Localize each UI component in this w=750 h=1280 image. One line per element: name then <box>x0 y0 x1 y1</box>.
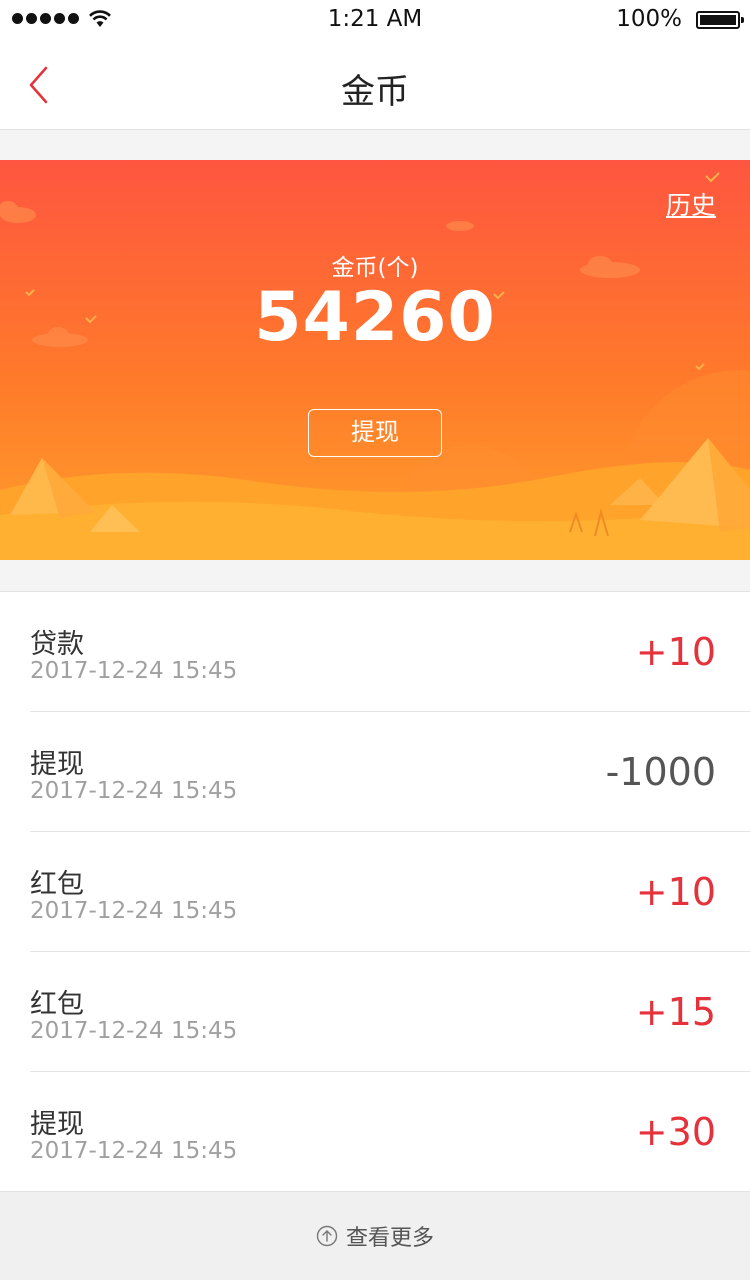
history-link[interactable]: 历史 <box>666 186 716 222</box>
transaction-amount: +15 <box>635 990 716 1034</box>
coin-balance-value: 54260 <box>254 278 496 357</box>
transaction-title: 红包 <box>30 869 84 900</box>
transaction-title: 提现 <box>30 749 84 780</box>
transaction-amount: +30 <box>635 1110 716 1154</box>
transaction-title: 红包 <box>30 989 84 1020</box>
transaction-amount: +10 <box>635 870 716 914</box>
battery-percentage: 100% <box>616 6 682 32</box>
transaction-time: 2017-12-24 15:45 <box>30 778 238 804</box>
transaction-time: 2017-12-24 15:45 <box>30 1018 238 1044</box>
view-more-label: 查看更多 <box>345 1226 434 1251</box>
page-title: 金币 <box>341 72 409 112</box>
nav-bar: 金币 <box>0 40 750 130</box>
list-item[interactable]: 提现 2017-12-24 15:45 +30 <box>0 1072 750 1192</box>
desert-illustration <box>0 172 750 560</box>
list-item[interactable]: 提现 2017-12-24 15:45 -1000 <box>0 712 750 832</box>
transaction-time: 2017-12-24 15:45 <box>30 658 238 684</box>
transaction-amount: +10 <box>635 630 716 674</box>
transaction-time: 2017-12-24 15:45 <box>30 1138 238 1164</box>
status-bar: 1:21 AM 100% <box>0 0 750 40</box>
list-item[interactable]: 红包 2017-12-24 15:45 +10 <box>0 832 750 952</box>
withdraw-button[interactable]: 提现 <box>308 409 442 457</box>
transaction-title: 提现 <box>30 1109 84 1140</box>
battery-icon <box>696 11 744 29</box>
arrow-up-circle-icon <box>316 1225 338 1247</box>
list-item[interactable]: 红包 2017-12-24 15:45 +15 <box>0 952 750 1072</box>
coin-balance-label: 金币(个) <box>331 255 419 281</box>
transaction-amount: -1000 <box>605 750 716 794</box>
view-more-button[interactable]: 查看更多 <box>0 1191 750 1280</box>
transaction-title: 贷款 <box>30 629 84 660</box>
transaction-time: 2017-12-24 15:45 <box>30 898 238 924</box>
coin-banner: 历史 金币(个) 54260 提现 <box>0 160 750 560</box>
list-item[interactable]: 贷款 2017-12-24 15:45 +10 <box>0 592 750 712</box>
transaction-list: 贷款 2017-12-24 15:45 +10 提现 2017-12-24 15… <box>0 591 750 1192</box>
